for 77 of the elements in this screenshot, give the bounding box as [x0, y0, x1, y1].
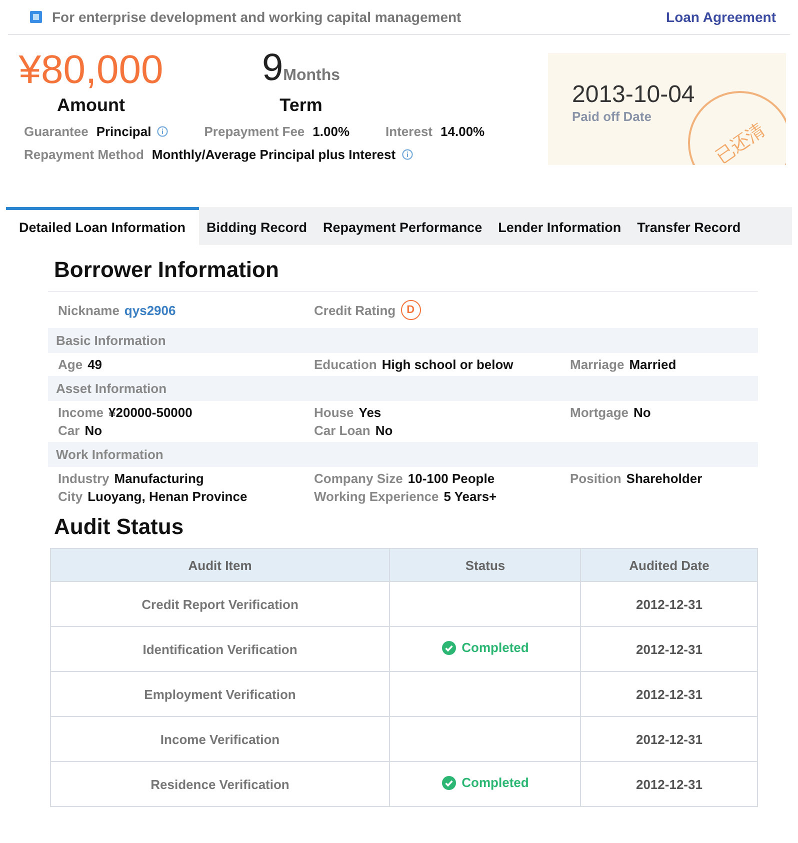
detail-value: Principal: [96, 124, 152, 139]
tab[interactable]: Detailed Loan Information: [6, 207, 199, 245]
section-heading: Audit Status: [54, 514, 185, 540]
field-value: Shareholder: [626, 471, 702, 486]
tab[interactable]: Repayment Performance: [315, 207, 490, 245]
table-cell: Credit Report Verification: [50, 582, 390, 626]
tab[interactable]: Transfer Record: [629, 207, 749, 245]
field-label: Credit Rating: [314, 302, 396, 318]
field-value: High school or below: [382, 357, 514, 372]
column-header: Audit Item: [50, 548, 390, 582]
field-value: Yes: [358, 405, 382, 420]
field-label: Industry: [58, 471, 110, 486]
status-text: Completed: [462, 640, 529, 656]
detail-label: Guarantee: [24, 124, 88, 139]
tab[interactable]: Lender Information: [490, 207, 630, 245]
amount-label: Amount: [57, 95, 125, 116]
status-text: Completed: [462, 775, 529, 790]
document-icon: [30, 11, 42, 23]
loan-agreement-link[interactable]: Loan Agreement: [666, 9, 776, 25]
term-label: Term: [280, 95, 322, 116]
detail-value: Monthly/Average Principal plus Interest: [152, 147, 396, 162]
field-label: Nickname: [58, 302, 120, 318]
field-label: Working Experience: [314, 489, 439, 504]
field-label: House: [314, 405, 354, 420]
table-cell: 2012-12-31: [580, 672, 758, 716]
section-heading: Borrower Information: [54, 257, 280, 283]
table-cell: 2012-12-31: [580, 582, 758, 626]
field-label: Car: [58, 423, 80, 438]
field-label: Marriage: [570, 357, 624, 372]
term-unit: Months: [283, 67, 340, 85]
field-value: 49: [88, 357, 102, 372]
detail-value: 14.00%: [440, 124, 485, 139]
loan-purpose: For enterprise development and working capital management: [52, 9, 462, 25]
term-value: 9: [262, 47, 284, 90]
info-icon[interactable]: [402, 149, 413, 160]
field-value: 10-100 People: [408, 471, 495, 486]
detail-value: 1.00%: [312, 124, 350, 139]
field-label: Car Loan: [314, 423, 370, 438]
field-value: No: [84, 423, 102, 438]
group-heading: Asset Information: [48, 376, 758, 401]
table-cell: 2012-12-31: [580, 762, 758, 806]
field-value: Manufacturing: [114, 471, 204, 486]
table-cell: Residence Verification: [50, 762, 390, 806]
table-cell: Employment Verification: [50, 672, 390, 716]
group-heading: Basic Information: [48, 328, 758, 353]
field-label: Age: [58, 357, 83, 372]
field-label: Income: [58, 405, 104, 420]
column-header: Audited Date: [580, 548, 758, 582]
credit-rating-badge: D: [400, 300, 421, 320]
field-value: No: [634, 405, 651, 420]
column-header: Status: [390, 548, 581, 582]
info-icon[interactable]: [157, 126, 168, 137]
table-cell: Identification Verification: [50, 626, 390, 672]
paid-off-label: Paid off Date: [572, 109, 652, 124]
paid-off-date: 2013-10-04: [572, 81, 695, 109]
tab[interactable]: Bidding Record: [198, 207, 316, 245]
field-label: City: [58, 489, 83, 504]
field-label: Position: [570, 471, 622, 486]
check-icon: [442, 776, 456, 790]
field-label: Mortgage: [570, 405, 628, 420]
detail-label: Repayment Method: [24, 147, 144, 162]
table-cell: 2012-12-31: [580, 716, 758, 762]
field-value: Married: [629, 357, 676, 372]
detail-label: Prepayment Fee: [204, 124, 305, 139]
field-value: ¥20000-50000: [108, 405, 192, 420]
amount-value: ¥80,000: [18, 47, 164, 93]
check-icon: [442, 640, 456, 655]
table-cell: Income Verification: [50, 716, 390, 762]
field-value: 5 Years+: [444, 489, 497, 504]
field-label: Company Size: [314, 471, 403, 486]
table-cell: 2012-12-31: [580, 626, 758, 672]
nickname-link[interactable]: qys2906: [124, 302, 176, 318]
field-label: Education: [314, 357, 377, 372]
field-value: No: [375, 423, 393, 438]
group-heading: Work Information: [48, 442, 758, 467]
field-value: Luoyang, Henan Province: [88, 489, 248, 504]
detail-label: Interest: [386, 124, 433, 139]
